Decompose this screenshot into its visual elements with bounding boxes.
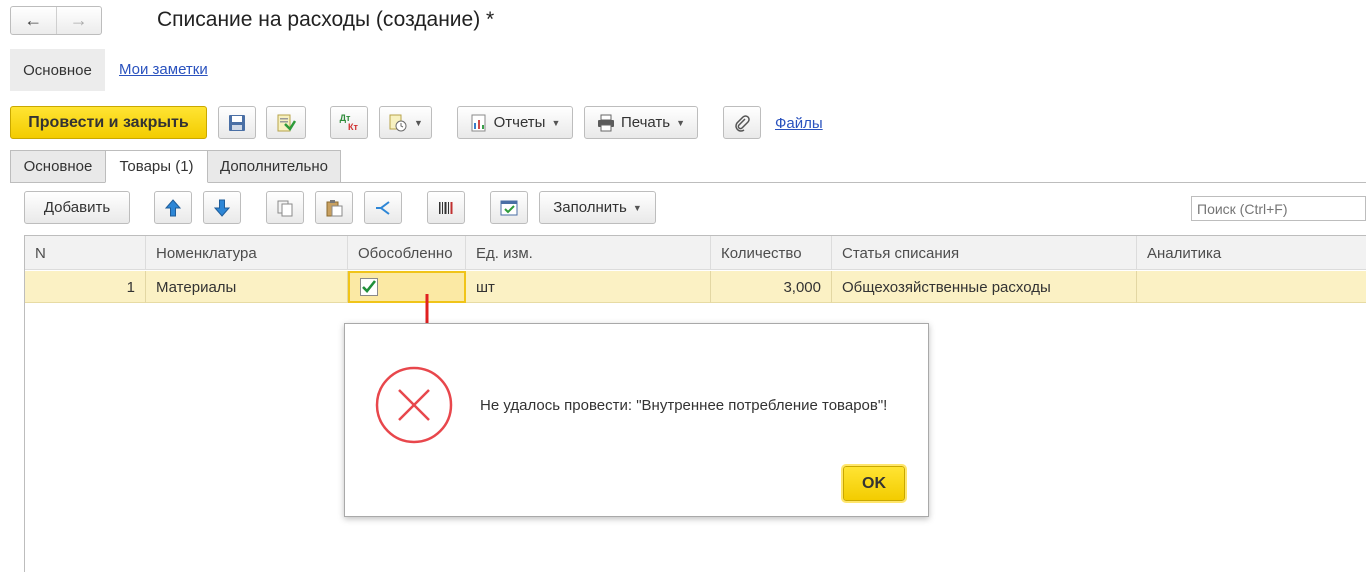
tab-goods[interactable]: Товары (1): [105, 150, 208, 183]
nav-group: ← →: [10, 6, 102, 35]
split-arrows-icon: [376, 200, 390, 215]
post-document-icon: [277, 114, 296, 131]
fill-label: Заполнить: [553, 199, 627, 216]
ok-button[interactable]: OK: [841, 464, 907, 503]
arrow-up-icon: [165, 198, 181, 216]
cell-article[interactable]: Общехозяйственные расходы: [832, 271, 1137, 303]
chevron-down-icon: ▼: [676, 117, 686, 128]
paste-button[interactable]: [315, 191, 353, 224]
cell-quantity[interactable]: 3,000: [711, 271, 832, 303]
attach-button[interactable]: [723, 106, 761, 139]
checkmark-icon: [362, 280, 377, 293]
copy-button[interactable]: [266, 191, 304, 224]
select-button[interactable]: [490, 191, 528, 224]
search-input[interactable]: [1191, 196, 1366, 221]
arrow-down-icon: [214, 199, 230, 217]
add-button[interactable]: Добавить: [24, 191, 130, 224]
clock-document-icon: [389, 114, 407, 131]
post-button[interactable]: [266, 106, 306, 139]
cell-unit[interactable]: шт: [466, 271, 711, 303]
save-icon: [229, 114, 245, 131]
split-button[interactable]: [364, 191, 402, 224]
cell-separate[interactable]: [348, 271, 466, 303]
post-and-close-button[interactable]: Провести и закрыть: [10, 106, 207, 139]
page-title: Списание на расходы (создание) *: [157, 8, 495, 31]
fill-button[interactable]: Заполнить ▼: [539, 191, 656, 224]
checklist-icon: [500, 200, 518, 215]
column-header-n[interactable]: N: [25, 236, 146, 270]
error-message: Не удалось провести: "Внутреннее потребл…: [480, 397, 888, 414]
cell-analytics[interactable]: [1137, 271, 1366, 303]
cell-item[interactable]: Материалы: [146, 271, 348, 303]
column-header-unit[interactable]: Ед. изм.: [466, 236, 711, 270]
column-header-item[interactable]: Номенклатура: [146, 236, 348, 270]
forward-button[interactable]: →: [55, 7, 102, 34]
printer-icon: [597, 114, 614, 131]
barcode-icon: [439, 201, 453, 214]
column-header-analytics[interactable]: Аналитика: [1137, 236, 1366, 270]
barcode-button[interactable]: [427, 191, 465, 224]
files-link[interactable]: Файлы: [775, 115, 823, 132]
arrow-right-icon: →: [69, 10, 88, 30]
column-header-separate[interactable]: Обособленно: [348, 236, 466, 270]
tab-additional[interactable]: Дополнительно: [207, 150, 341, 183]
reports-button[interactable]: Отчеты ▼: [457, 106, 573, 139]
reports-icon: [471, 114, 486, 131]
table-row[interactable]: 1 Материалы шт 3,000 Общехозяйственные р…: [25, 271, 1366, 303]
chevron-down-icon: ▼: [551, 117, 561, 128]
paperclip-icon: [735, 114, 750, 132]
save-button[interactable]: [218, 106, 256, 139]
error-icon: [375, 366, 453, 444]
dt-kt-button[interactable]: Дт Кт: [330, 106, 368, 139]
kt-label: Кт: [348, 121, 358, 132]
chevron-down-icon: ▼: [632, 202, 642, 213]
related-documents-button[interactable]: ▼: [379, 106, 432, 139]
chevron-down-icon: ▼: [414, 117, 423, 128]
table-header: N Номенклатура Обособленно Ед. изм. Коли…: [25, 236, 1366, 270]
error-dialog: Не удалось провести: "Внутреннее потребл…: [344, 323, 929, 517]
separate-checkbox[interactable]: [360, 278, 378, 296]
tab-main[interactable]: Основное: [10, 150, 106, 183]
reports-label: Отчеты: [493, 114, 546, 131]
move-down-button[interactable]: [203, 191, 241, 224]
cell-n[interactable]: 1: [25, 271, 146, 303]
form-tab-notes[interactable]: Мои заметки: [119, 61, 208, 78]
paste-icon: [326, 199, 343, 216]
column-header-article[interactable]: Статья списания: [832, 236, 1137, 270]
form-tab-main[interactable]: Основное: [10, 49, 105, 91]
copy-icon: [277, 200, 293, 216]
print-label: Печать: [620, 114, 671, 131]
back-button[interactable]: ←: [11, 7, 56, 34]
print-button[interactable]: Печать ▼: [584, 106, 698, 139]
column-header-quantity[interactable]: Количество: [711, 236, 832, 270]
arrow-left-icon: ←: [24, 10, 43, 30]
move-up-button[interactable]: [154, 191, 192, 224]
